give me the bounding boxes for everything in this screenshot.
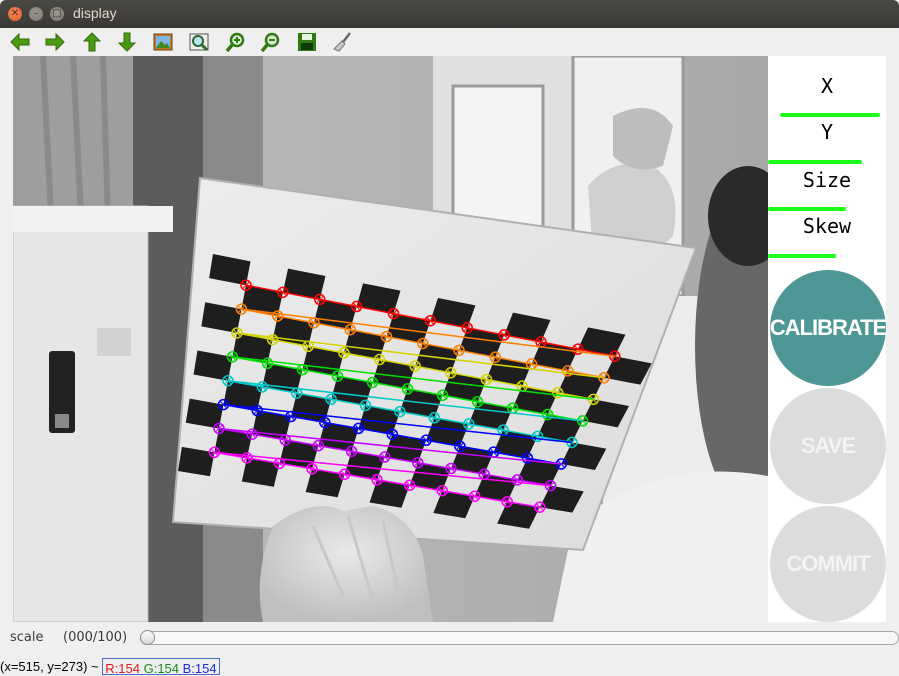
save-button[interactable]: SAVE <box>770 388 886 504</box>
skew-progress-bar <box>768 254 836 258</box>
size-label: Size <box>802 168 852 192</box>
display-canvas[interactable]: X Y Size Skew CALIBRATE SAVE COMMIT <box>13 56 887 622</box>
x-label: X <box>820 74 834 98</box>
calibrate-button[interactable]: CALIBRATE <box>770 270 887 386</box>
size-progress-bar <box>768 207 846 211</box>
scale-slider-thumb[interactable] <box>140 630 155 645</box>
zoom-original-button[interactable] <box>187 30 211 54</box>
window-title: display <box>73 5 117 21</box>
scale-trackbar-row: scale (000/100) <box>0 624 899 652</box>
scale-slider-track[interactable] <box>140 631 899 645</box>
properties-button[interactable] <box>331 30 355 54</box>
cursor-coordinates: (x=515, y=273) ~ <box>0 659 103 674</box>
calibration-panel: X Y Size Skew CALIBRATE SAVE COMMIT <box>768 56 887 622</box>
pan-down-button[interactable] <box>115 30 139 54</box>
maximize-window-button[interactable]: □ <box>50 7 64 21</box>
status-bar: (x=515, y=273) ~ R:154 G:154 B:154 <box>0 656 899 676</box>
zoom-in-button[interactable] <box>224 30 248 54</box>
zoom-in-icon <box>225 32 245 53</box>
skew-label: Skew <box>802 214 852 238</box>
commit-button[interactable]: COMMIT <box>770 506 886 622</box>
brush-icon <box>333 32 351 52</box>
y-label: Y <box>820 120 834 144</box>
close-window-button[interactable]: ✕ <box>8 7 22 21</box>
pixel-values: R:154 G:154 B:154 <box>102 658 220 676</box>
minimize-window-button[interactable]: – <box>29 7 43 21</box>
floppy-disk-icon <box>298 33 316 51</box>
zoom-out-button[interactable] <box>259 30 283 54</box>
toolbar <box>0 28 899 56</box>
red-value: R:154 <box>105 661 140 676</box>
pan-right-button[interactable] <box>43 30 67 54</box>
save-image-button[interactable] <box>295 30 319 54</box>
pan-up-button[interactable] <box>80 30 104 54</box>
scale-label: scale <box>10 630 44 645</box>
zoom-fit-button[interactable] <box>151 30 175 54</box>
image-icon <box>153 33 173 51</box>
zoom-region-icon <box>189 33 209 52</box>
green-value: G:154 <box>143 661 180 676</box>
camera-image <box>13 56 768 622</box>
zoom-out-icon <box>260 32 280 53</box>
y-progress-bar <box>768 160 862 164</box>
title-bar: ✕ – □ display <box>0 0 899 28</box>
arrow-left-icon <box>10 32 30 52</box>
blue-value: B:154 <box>182 661 217 676</box>
x-progress-bar <box>780 113 880 117</box>
arrow-down-icon <box>117 32 137 52</box>
arrow-up-icon <box>82 32 102 52</box>
scale-value: (000/100) <box>63 630 128 645</box>
arrow-right-icon <box>45 32 65 52</box>
pan-left-button[interactable] <box>8 30 32 54</box>
camera-frame <box>13 56 768 622</box>
